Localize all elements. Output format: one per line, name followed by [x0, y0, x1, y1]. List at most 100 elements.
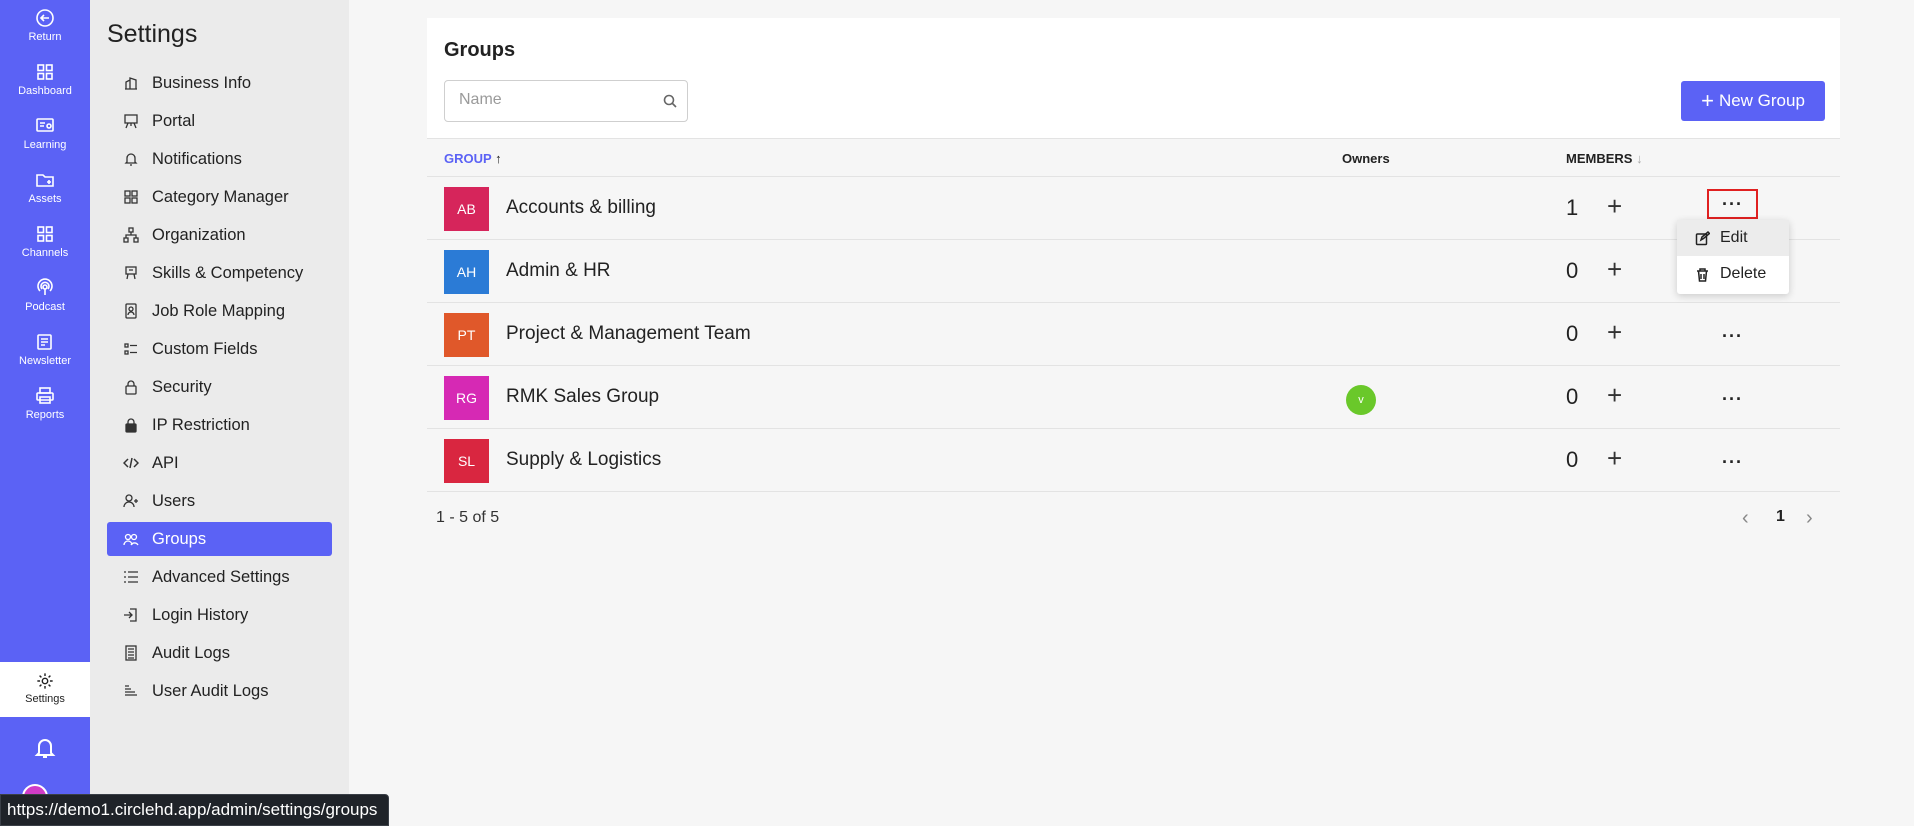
settings-item-skills-competency[interactable]: Skills & Competency: [107, 256, 332, 290]
table-row[interactable]: AH Admin & HR 0 +: [427, 240, 1840, 303]
rail-learning[interactable]: Learning: [0, 116, 90, 151]
group-name[interactable]: Admin & HR: [506, 260, 611, 282]
more-actions-button[interactable]: ···: [1707, 321, 1758, 351]
settings-item-label: Business Info: [152, 73, 252, 92]
channels-icon: [35, 224, 55, 244]
rail-newsletter[interactable]: Newsletter: [0, 332, 90, 367]
add-member-button[interactable]: +: [1607, 317, 1622, 348]
settings-item-label: Portal: [152, 111, 196, 130]
settings-item-custom-fields[interactable]: Custom Fields: [107, 332, 332, 366]
settings-item-user-audit-logs[interactable]: User Audit Logs: [107, 674, 332, 708]
row-actions-menu: Edit Delete: [1677, 220, 1789, 294]
column-header-owners: Owners: [1342, 151, 1390, 166]
rail-label: Podcast: [25, 301, 65, 313]
more-actions-button[interactable]: ···: [1707, 189, 1758, 219]
rail-assets[interactable]: Assets: [0, 170, 90, 205]
group-initials-badge: RG: [444, 376, 489, 420]
table-row[interactable]: SL Supply & Logistics 0 + ···: [427, 429, 1840, 492]
more-actions-button[interactable]: ···: [1707, 447, 1758, 477]
lock-open-icon: [122, 378, 140, 396]
column-header-group[interactable]: GROUP ↑: [444, 151, 502, 166]
gear-icon: [37, 673, 53, 689]
rail-dashboard[interactable]: Dashboard: [0, 62, 90, 97]
rail-podcast[interactable]: Podcast: [0, 278, 90, 313]
settings-item-business-info[interactable]: Business Info: [107, 66, 332, 100]
settings-item-label: Custom Fields: [152, 339, 258, 358]
settings-item-label: IP Restriction: [152, 415, 250, 434]
settings-item-label: API: [152, 453, 179, 472]
rail-return[interactable]: Return: [0, 8, 90, 43]
member-count: 0: [1566, 447, 1579, 472]
groups-card: Groups + New Group GROUP ↑ Owners MEMBER…: [427, 18, 1840, 493]
id-badge-icon: [122, 302, 140, 320]
settings-menu: Business Info Portal Notifications Categ…: [107, 66, 332, 712]
table-row[interactable]: PT Project & Management Team 0 + ···: [427, 303, 1840, 366]
group-name[interactable]: Supply & Logistics: [506, 449, 661, 471]
user-add-icon: [122, 492, 140, 510]
settings-item-label: Skills & Competency: [152, 263, 304, 282]
settings-item-api[interactable]: API: [107, 446, 332, 480]
settings-item-groups[interactable]: Groups: [107, 522, 332, 556]
reports-icon: [35, 386, 55, 406]
lock-icon: [122, 416, 140, 434]
notification-bell-icon[interactable]: [34, 736, 56, 760]
pagination-info: 1 - 5 of 5: [436, 509, 500, 526]
rail-settings[interactable]: Settings: [0, 662, 90, 717]
group-initials-badge: SL: [444, 439, 489, 483]
group-initials-badge: AB: [444, 187, 489, 231]
settings-item-organization[interactable]: Organization: [107, 218, 332, 252]
add-member-button[interactable]: +: [1607, 380, 1622, 411]
settings-item-advanced-settings[interactable]: Advanced Settings: [107, 560, 332, 594]
menu-item-delete[interactable]: Delete: [1677, 256, 1789, 292]
settings-item-label: Groups: [152, 529, 207, 548]
new-group-button[interactable]: + New Group: [1681, 81, 1825, 121]
settings-item-category-manager[interactable]: Category Manager: [107, 180, 332, 214]
rail-reports[interactable]: Reports: [0, 386, 90, 421]
settings-item-login-history[interactable]: Login History: [107, 598, 332, 632]
settings-item-ip-restriction[interactable]: IP Restriction: [107, 408, 332, 442]
column-label: MEMBERS: [1566, 151, 1633, 166]
member-count: 0: [1566, 384, 1579, 409]
rail-label: Assets: [28, 193, 62, 205]
settings-sidebar: Settings Business Info Portal Notificati…: [90, 0, 349, 826]
add-member-button[interactable]: +: [1607, 443, 1622, 474]
assets-icon: [35, 170, 55, 190]
sort-desc-icon: ↓: [1636, 151, 1643, 166]
rail-channels[interactable]: Channels: [0, 224, 90, 259]
settings-item-job-role-mapping[interactable]: Job Role Mapping: [107, 294, 332, 328]
settings-item-notifications[interactable]: Notifications: [107, 142, 332, 176]
menu-item-edit[interactable]: Edit: [1677, 220, 1789, 256]
member-count: 0: [1566, 321, 1579, 346]
table-row[interactable]: RG RMK Sales Group v 0 + ···: [427, 366, 1840, 429]
settings-item-security[interactable]: Security: [107, 370, 332, 404]
column-label: GROUP: [444, 151, 492, 166]
prev-page-icon[interactable]: ‹: [1742, 507, 1749, 530]
next-page-icon[interactable]: ›: [1806, 507, 1813, 530]
rail-label: Settings: [25, 693, 65, 705]
settings-item-portal[interactable]: Portal: [107, 104, 332, 138]
settings-item-label: Notifications: [152, 149, 242, 168]
add-member-button[interactable]: +: [1607, 254, 1622, 285]
rail-label: Newsletter: [19, 355, 71, 367]
current-page[interactable]: 1: [1776, 508, 1785, 526]
table-row[interactable]: AB Accounts & billing 1 + ···: [427, 177, 1840, 240]
group-name[interactable]: Project & Management Team: [506, 323, 751, 345]
group-name[interactable]: RMK Sales Group: [506, 386, 659, 408]
column-header-members[interactable]: MEMBERS ↓: [1566, 151, 1643, 166]
return-icon: [35, 8, 55, 28]
owner-avatar[interactable]: v: [1346, 385, 1376, 415]
settings-item-label: Job Role Mapping: [152, 301, 285, 320]
settings-item-label: User Audit Logs: [152, 681, 269, 700]
group-initials-badge: PT: [444, 313, 489, 357]
rail-label: Channels: [21, 247, 69, 259]
search-icon[interactable]: [663, 94, 677, 108]
more-actions-button[interactable]: ···: [1707, 384, 1758, 414]
settings-item-users[interactable]: Users: [107, 484, 332, 518]
settings-item-label: Category Manager: [152, 187, 289, 206]
add-member-button[interactable]: +: [1607, 191, 1622, 222]
settings-item-audit-logs[interactable]: Audit Logs: [107, 636, 332, 670]
audit-icon: [122, 644, 140, 662]
edit-icon: [1695, 230, 1710, 245]
search-input[interactable]: [445, 81, 645, 119]
group-name[interactable]: Accounts & billing: [506, 197, 656, 219]
